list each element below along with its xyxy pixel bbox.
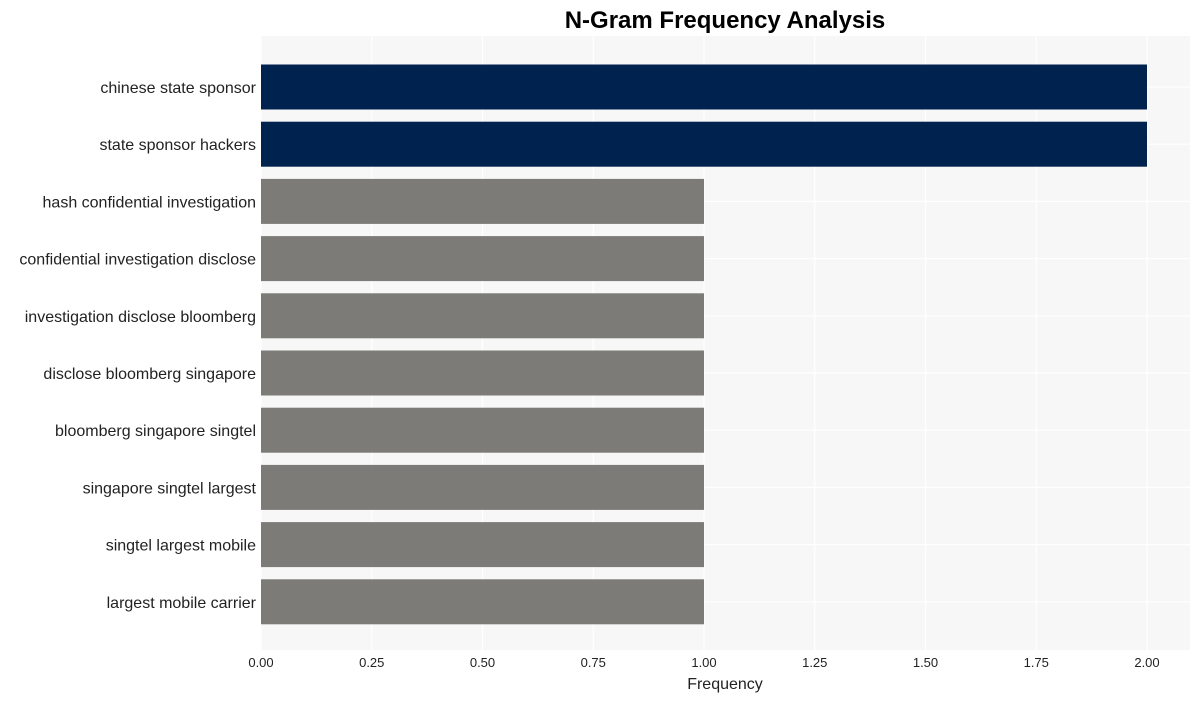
bar-singapore-singtel-largest [261, 464, 704, 510]
x-tick-label: 2.00 [1134, 655, 1159, 670]
bar-chinese-state-sponsor [261, 64, 1147, 110]
y-tick-label: largest mobile carrier [107, 595, 257, 612]
y-tick-label: confidential investigation disclose [19, 252, 256, 269]
y-tick-label: chinese state sponsor [100, 80, 256, 97]
bar-bloomberg-singapore-singtel [261, 407, 704, 453]
x-tick-label: 1.25 [802, 655, 827, 670]
x-tick-label: 0.50 [470, 655, 495, 670]
x-tick-label: 1.50 [913, 655, 938, 670]
y-tick-label: investigation disclose bloomberg [25, 309, 256, 326]
y-tick-labels: chinese state sponsor state sponsor hacke… [19, 80, 256, 612]
bar-investigation-disclose-bloomberg [261, 293, 704, 339]
x-tick-label: 0.00 [248, 655, 273, 670]
y-tick-label: disclose bloomberg singapore [43, 366, 256, 383]
y-tick-label: singtel largest mobile [106, 538, 256, 555]
bar-largest-mobile-carrier [261, 579, 704, 625]
x-tick-label: 0.75 [581, 655, 606, 670]
y-tick-label: state sponsor hackers [99, 137, 256, 154]
ngram-bar-chart: chinese state sponsor state sponsor hacke… [19, 7, 1190, 693]
x-axis-label: Frequency [687, 676, 763, 693]
y-tick-label: singapore singtel largest [83, 480, 257, 497]
x-tick-label: 0.25 [359, 655, 384, 670]
y-tick-label: hash confidential investigation [43, 194, 256, 211]
y-tick-label: bloomberg singapore singtel [55, 423, 256, 440]
bar-singtel-largest-mobile [261, 522, 704, 568]
x-tick-label: 1.75 [1024, 655, 1049, 670]
x-tick-labels: 0.00 0.25 0.50 0.75 1.00 1.25 1.50 1.75 2.00 [248, 655, 1159, 670]
chart-title: N-Gram Frequency Analysis [565, 7, 886, 34]
bar-state-sponsor-hackers [261, 121, 1147, 167]
bar-confidential-investigation-disclose [261, 236, 704, 282]
bar-disclose-bloomberg-singapore [261, 350, 704, 396]
x-tick-label: 1.00 [691, 655, 716, 670]
bar-hash-confidential-investigation [261, 178, 704, 224]
